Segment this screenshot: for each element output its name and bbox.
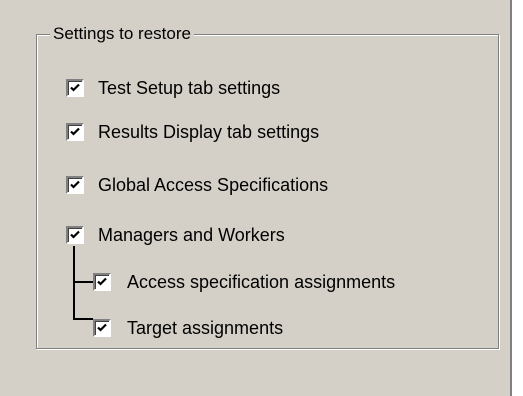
- option-test-setup-tab-settings[interactable]: Test Setup tab settings: [66, 77, 280, 99]
- checkbox-label: Target assignments: [127, 318, 284, 338]
- checkbox-label: Test Setup tab settings: [98, 78, 281, 98]
- option-access-specification-assignments[interactable]: Access specification assignments: [93, 271, 395, 293]
- option-results-display-tab-settings[interactable]: Results Display tab settings: [66, 121, 319, 143]
- option-managers-and-workers[interactable]: Managers and Workers: [66, 224, 285, 246]
- checkbox-label: Managers and Workers: [98, 225, 285, 245]
- checkbox-label: Results Display tab settings: [98, 122, 320, 142]
- checkbox[interactable]: [93, 319, 111, 337]
- tree-connector-branch: [73, 318, 93, 320]
- checkmark-icon: [70, 83, 80, 92]
- checkbox[interactable]: [66, 226, 84, 244]
- window-edge: [512, 0, 523, 396]
- groupbox-legend: Settings to restore: [50, 23, 194, 45]
- checkbox-label: Access specification assignments: [127, 272, 396, 292]
- checkbox[interactable]: [66, 123, 84, 141]
- checkbox[interactable]: [66, 176, 84, 194]
- checkmark-icon: [70, 180, 80, 189]
- tree-connector-vertical: [73, 246, 75, 320]
- checkbox[interactable]: [66, 79, 84, 97]
- tree-connector-branch: [73, 281, 93, 283]
- checkbox-label: Global Access Specifications: [98, 175, 329, 195]
- checkmark-icon: [97, 323, 107, 332]
- checkmark-icon: [70, 127, 80, 136]
- option-target-assignments[interactable]: Target assignments: [93, 317, 283, 339]
- option-global-access-specifications[interactable]: Global Access Specifications: [66, 174, 328, 196]
- checkmark-icon: [70, 230, 80, 239]
- checkbox[interactable]: [93, 273, 111, 291]
- checkmark-icon: [97, 277, 107, 286]
